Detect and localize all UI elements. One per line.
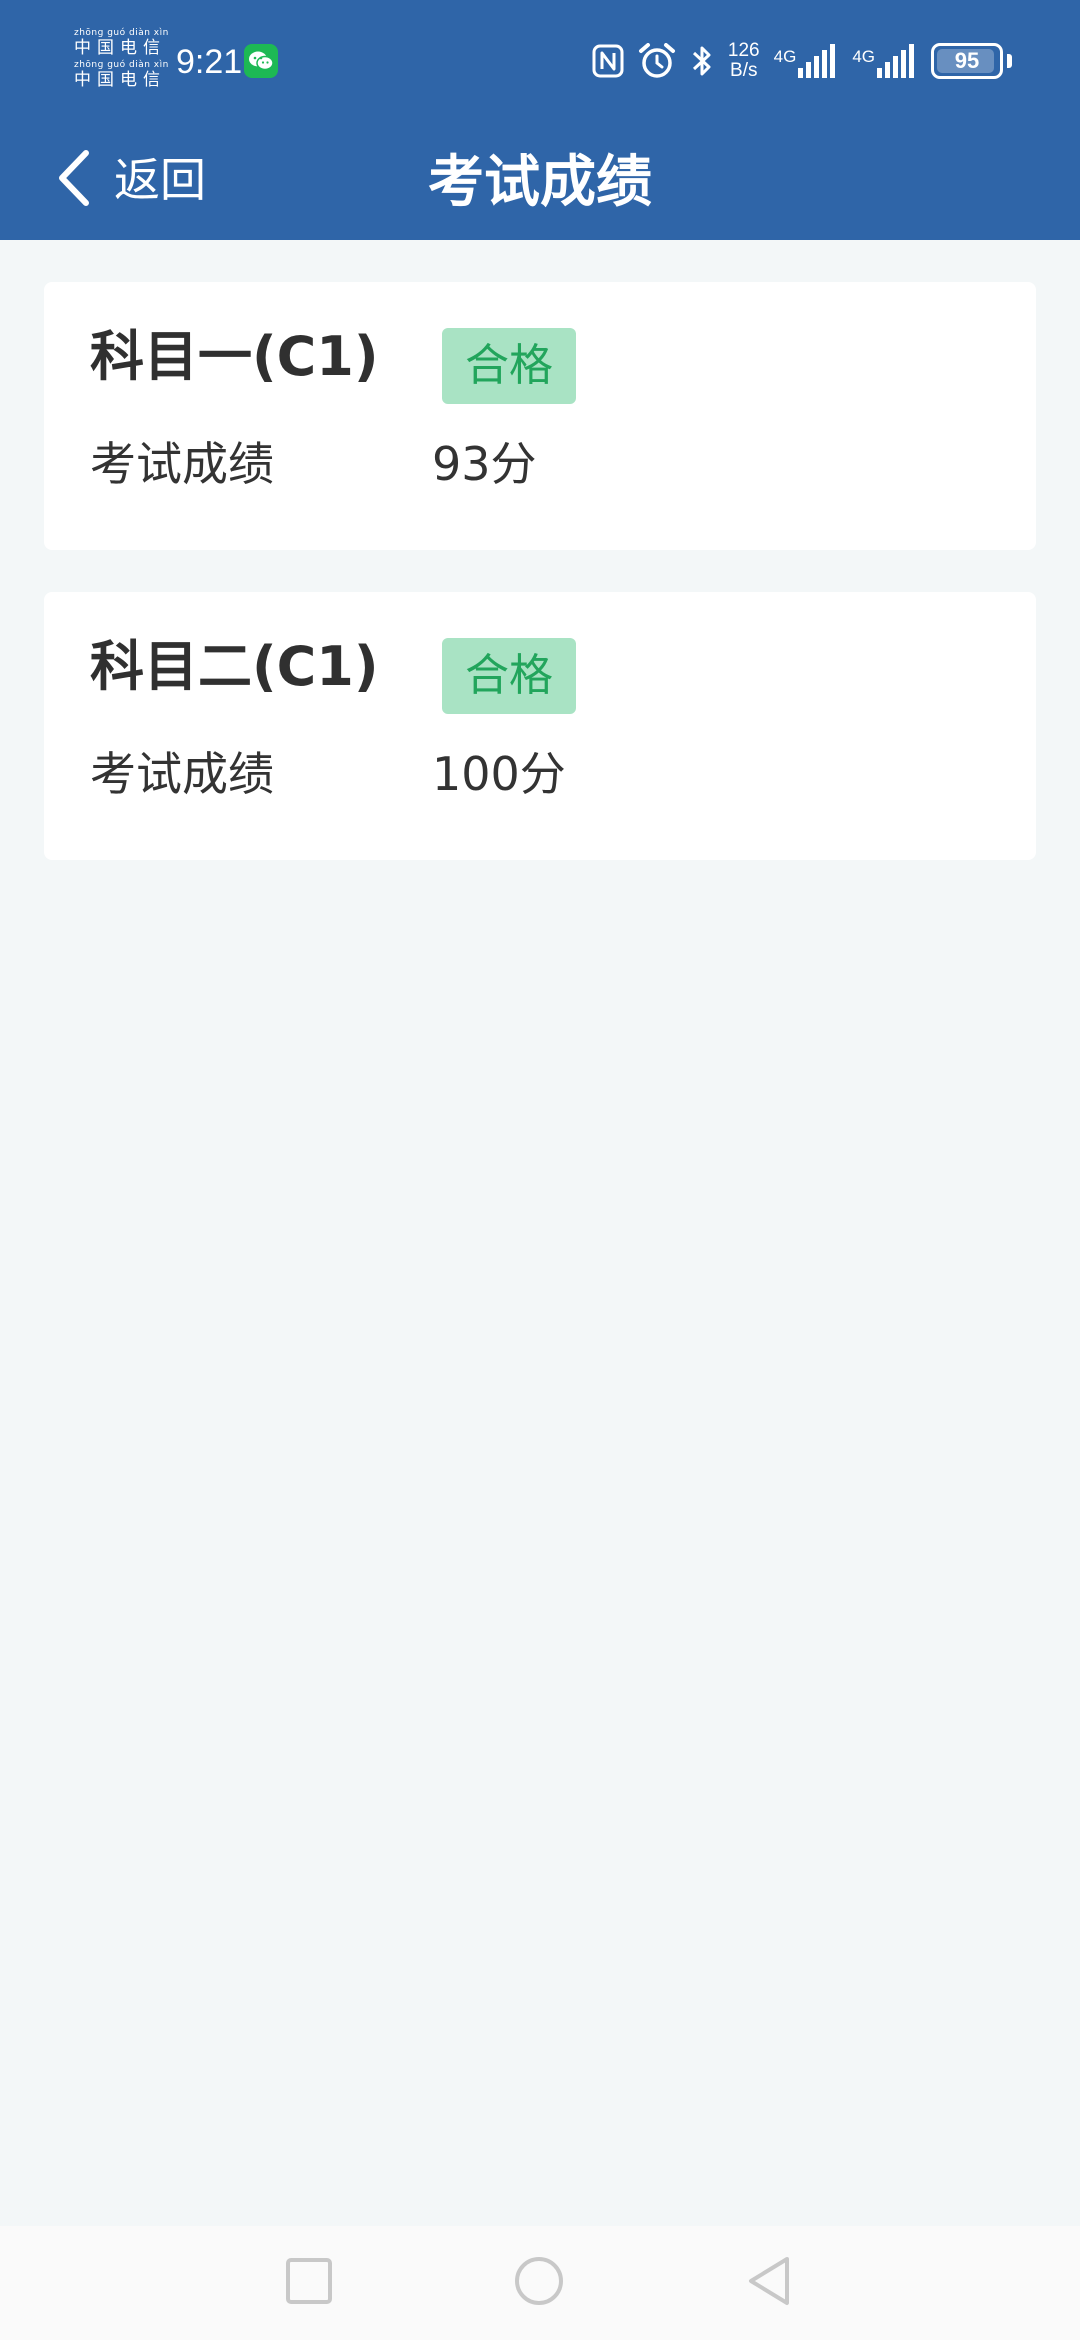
network-speed: 126 B/s [728,41,760,81]
circle-icon [513,2255,565,2311]
signal-type-label: 4G [773,47,797,66]
app-header: zhōng guó diàn xìn 中国电信 zhōng guó diàn x… [0,0,1080,240]
status-badge: 合格 [442,638,576,714]
status-bar: zhōng guó diàn xìn 中国电信 zhōng guó diàn x… [0,0,1080,120]
battery-level: 95 [954,48,980,73]
status-badge: 合格 [442,328,576,404]
signal-icon: 4G [852,44,917,78]
score-value: 100分 [432,747,566,801]
exam-results-list: 科目一(C1) 合格 考试成绩 93分 科目二(C1) 合格 考试成绩 100分 [44,282,1036,902]
signal-icon: 4G [774,44,839,78]
carrier-name: 中国电信 [74,38,166,58]
score-label: 考试成绩 [90,747,274,801]
exam-result-card: 科目一(C1) 合格 考试成绩 93分 [44,282,1036,550]
title-bar: 返回 考试成绩 [0,120,1080,240]
exam-subject: 科目一(C1) [90,325,379,388]
carrier-line: zhōng guó diàn xìn 中国电信 [74,60,170,92]
home-button[interactable] [506,2250,572,2316]
battery-cap [1007,54,1012,68]
nav-back-button[interactable] [736,2250,802,2316]
square-icon [285,2257,333,2309]
alarm-icon [638,43,676,79]
nfc-icon [592,44,624,78]
score-value: 93分 [432,437,537,491]
battery-body: 95 [931,43,1003,79]
carrier-pinyin: zhōng guó diàn xìn [74,60,169,70]
carrier-pinyin: zhōng guó diàn xìn [74,28,169,38]
system-nav-bar [0,2226,1080,2340]
page-title: 考试成绩 [428,150,652,215]
recent-apps-button[interactable] [276,2250,342,2316]
signal-type-label: 4G [852,47,875,66]
score-label: 考试成绩 [90,437,274,491]
carrier-info: zhōng guó diàn xìn 中国电信 zhōng guó diàn x… [74,28,170,92]
exam-result-card: 科目二(C1) 合格 考试成绩 100分 [44,592,1036,860]
network-speed-unit: B/s [730,60,758,81]
status-clock: 9:21 [176,43,243,81]
triangle-back-icon [745,2255,793,2311]
bluetooth-icon [690,43,714,79]
status-indicators: 126 B/s 4G 4G 95 [592,38,1012,84]
battery-icon: 95 [931,43,1003,79]
carrier-line: zhōng guó diàn xìn 中国电信 [74,28,170,60]
exam-subject: 科目二(C1) [90,635,379,698]
carrier-name: 中国电信 [74,70,166,90]
wechat-icon [244,44,278,78]
network-speed-value: 126 [727,40,760,61]
